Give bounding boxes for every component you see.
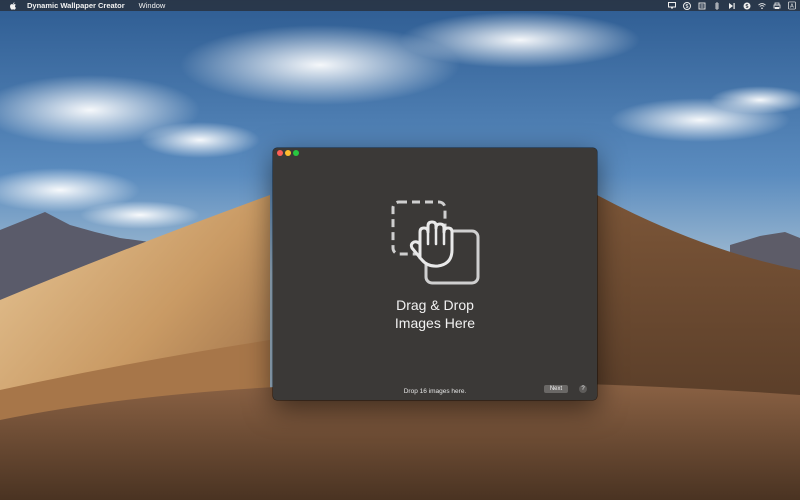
play-icon[interactable] [728,2,736,10]
desktop: Dynamic Wallpaper Creator Window A Drag … [0,0,800,500]
menu-app-name[interactable]: Dynamic Wallpaper Creator [27,0,125,11]
window-titlebar[interactable] [273,148,597,160]
drop-title-line-1: Drag & Drop [396,297,474,313]
next-button[interactable]: Next [544,385,568,393]
drop-title-line-2: Images Here [394,315,476,331]
menu-bar: Dynamic Wallpaper Creator Window A [0,0,800,11]
drop-zone-title: Drag & Drop Images Here [273,296,597,332]
align-icon[interactable] [713,1,721,10]
apple-icon[interactable] [9,1,17,10]
keyboard-icon[interactable]: A [788,1,796,10]
minimize-button[interactable] [285,150,291,156]
skype-icon[interactable] [743,2,751,10]
help-button[interactable]: ? [579,385,587,393]
wifi-icon[interactable] [758,2,766,10]
printer-icon[interactable] [773,2,781,10]
drag-drop-hand-icon [391,200,480,285]
list-icon[interactable] [698,2,706,10]
close-button[interactable] [277,150,283,156]
status-bar: A [668,0,796,11]
display-icon[interactable] [668,2,676,10]
keyboard-letter: A [790,4,794,10]
menu-window[interactable]: Window [139,0,166,11]
skype-icon[interactable] [683,1,691,10]
zoom-button[interactable] [293,150,299,156]
app-window[interactable]: Drag & Drop Images Here Drop 16 images h… [273,148,597,400]
